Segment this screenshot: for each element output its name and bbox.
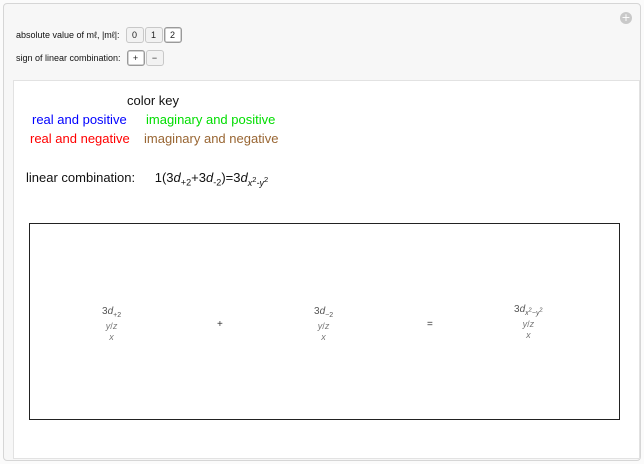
ml-option-2[interactable]: 2 (163, 27, 182, 43)
sign-selector: + − (126, 50, 165, 66)
orbital-dx2-y2: 3dx2−y2 y/z x (514, 304, 543, 340)
orbital-d-plus2: 3d+2 y/z x (102, 306, 122, 342)
key-imaginary-negative: imaginary and negative (144, 131, 279, 146)
app-frame: + absolute value of mℓ, |mℓ|: 0 1 2 sign… (3, 3, 641, 461)
ml-option-0[interactable]: 0 (125, 27, 144, 43)
color-key-title: color key (127, 93, 180, 108)
orbital-d-minus2: 3d−2 y/z x (314, 306, 334, 342)
sign-label: sign of linear combination: (16, 53, 121, 63)
linear-combination: linear combination: 1(3d+2+3d-2)=3dx2-y2 (26, 170, 268, 188)
key-imaginary-positive: imaginary and positive (146, 112, 276, 127)
sign-option-minus[interactable]: − (145, 50, 164, 66)
axis-glyph: y/z (317, 321, 330, 331)
ml-selector: 0 1 2 (125, 27, 183, 43)
orbital-plot[interactable]: 3d+2 y/z x + 3d−2 y/z x = 3dx2−y2 y/z x (29, 223, 620, 420)
axis-glyph: y/z (105, 321, 118, 331)
sign-option-plus[interactable]: + (126, 50, 145, 66)
ml-option-1[interactable]: 1 (144, 27, 163, 43)
output-panel: color key real and positive imaginary an… (13, 80, 640, 459)
sign-control: sign of linear combination: + − (16, 50, 165, 66)
axis-glyph: y/z (522, 319, 535, 329)
plus-sign: + (217, 319, 223, 330)
linear-combination-label: linear combination: (26, 170, 136, 185)
key-real-positive: real and positive (32, 112, 127, 127)
ml-label: absolute value of mℓ, |mℓ|: (16, 30, 120, 40)
equals-sign: = (427, 319, 433, 330)
key-real-negative: real and negative (30, 131, 130, 146)
linear-combination-expression: 1(3d+2+3d-2)=3dx2-y2 (154, 170, 269, 188)
ml-control: absolute value of mℓ, |mℓ|: 0 1 2 (16, 27, 183, 43)
expand-icon[interactable]: + (620, 12, 632, 24)
